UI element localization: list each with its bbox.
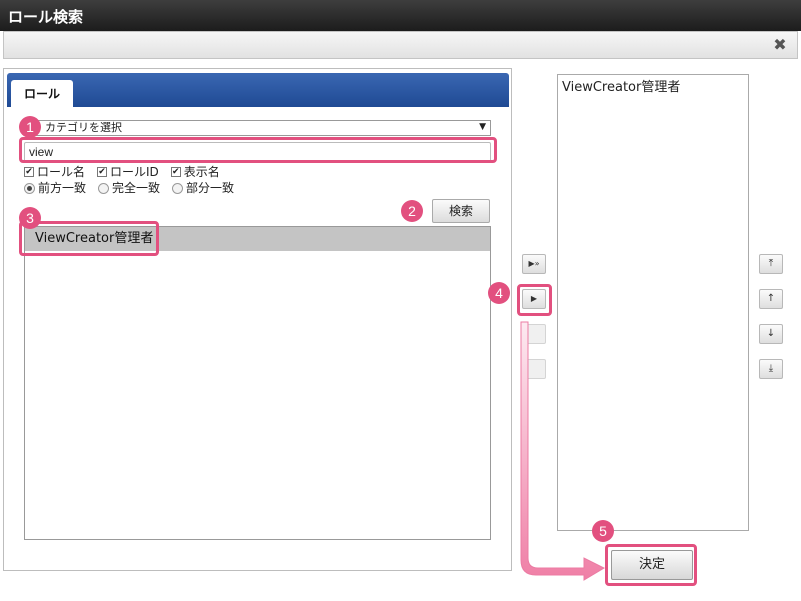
close-icon[interactable]: ✖ bbox=[769, 35, 791, 55]
radio-icon bbox=[98, 182, 110, 194]
radio-label: 完全一致 bbox=[112, 181, 161, 195]
check-icon: ✔ bbox=[24, 167, 34, 177]
highlight-search-input bbox=[19, 137, 497, 163]
dialog-toolbar: ✖ bbox=[3, 31, 798, 59]
chevron-down-icon: ▼ bbox=[479, 122, 486, 132]
check-icon: ✔ bbox=[170, 167, 181, 177]
search-results-list: ViewCreator管理者 bbox=[24, 226, 491, 540]
tab-bar: ロール bbox=[7, 73, 509, 109]
selected-roles-list: ViewCreator管理者 bbox=[557, 74, 749, 531]
checkbox-label: 表示名 bbox=[183, 165, 220, 179]
checkbox-role-id[interactable]: ✔ ロールID bbox=[97, 165, 159, 179]
move-up-icon[interactable]: ↑ bbox=[759, 289, 783, 309]
step-number-1: 1 bbox=[19, 116, 41, 138]
highlight-move-right bbox=[517, 284, 552, 316]
radio-icon bbox=[172, 182, 184, 194]
tab-role[interactable]: ロール bbox=[11, 80, 73, 109]
move-all-right-button[interactable]: ▶» bbox=[522, 254, 546, 274]
radio-prefix-match[interactable]: 前方一致 bbox=[24, 181, 86, 195]
checkbox-display-name[interactable]: ✔ 表示名 bbox=[170, 165, 220, 179]
step-number-3: 3 bbox=[19, 207, 41, 229]
highlight-result-item bbox=[19, 221, 159, 256]
move-all-left-button[interactable]: «◀ bbox=[522, 359, 546, 379]
checkbox-label: ロール名 bbox=[37, 165, 86, 179]
search-target-checkboxes: ✔ ロール名 ✔ ロールID ✔ 表示名 bbox=[24, 165, 220, 179]
window-title: ロール検索 bbox=[0, 0, 801, 31]
move-bottom-icon[interactable]: ⤓ bbox=[759, 359, 783, 379]
highlight-decide-button bbox=[605, 544, 697, 586]
check-icon: ✔ bbox=[97, 167, 108, 177]
step-number-4: 4 bbox=[488, 282, 510, 304]
move-left-button[interactable]: ◀ bbox=[522, 324, 546, 344]
radio-label: 部分一致 bbox=[186, 181, 235, 195]
category-select[interactable]: カテゴリを選択 ▼ bbox=[24, 120, 491, 136]
match-mode-radios: 前方一致 完全一致 部分一致 bbox=[24, 181, 234, 195]
move-top-icon[interactable]: ⤒ bbox=[759, 254, 783, 274]
checkbox-role-name[interactable]: ✔ ロール名 bbox=[24, 165, 85, 179]
step-number-2: 2 bbox=[401, 200, 423, 222]
search-button[interactable]: 検索 bbox=[432, 199, 490, 223]
radio-exact-match[interactable]: 完全一致 bbox=[98, 181, 160, 195]
step-number-5: 5 bbox=[592, 520, 614, 542]
radio-label: 前方一致 bbox=[38, 181, 87, 195]
radio-selected-icon bbox=[24, 182, 35, 194]
move-down-icon[interactable]: ↓ bbox=[759, 324, 783, 344]
category-select-value: カテゴリを選択 bbox=[45, 121, 122, 134]
checkbox-label: ロールID bbox=[110, 165, 159, 179]
radio-partial-match[interactable]: 部分一致 bbox=[172, 181, 234, 195]
list-item[interactable]: ViewCreator管理者 bbox=[562, 79, 744, 97]
